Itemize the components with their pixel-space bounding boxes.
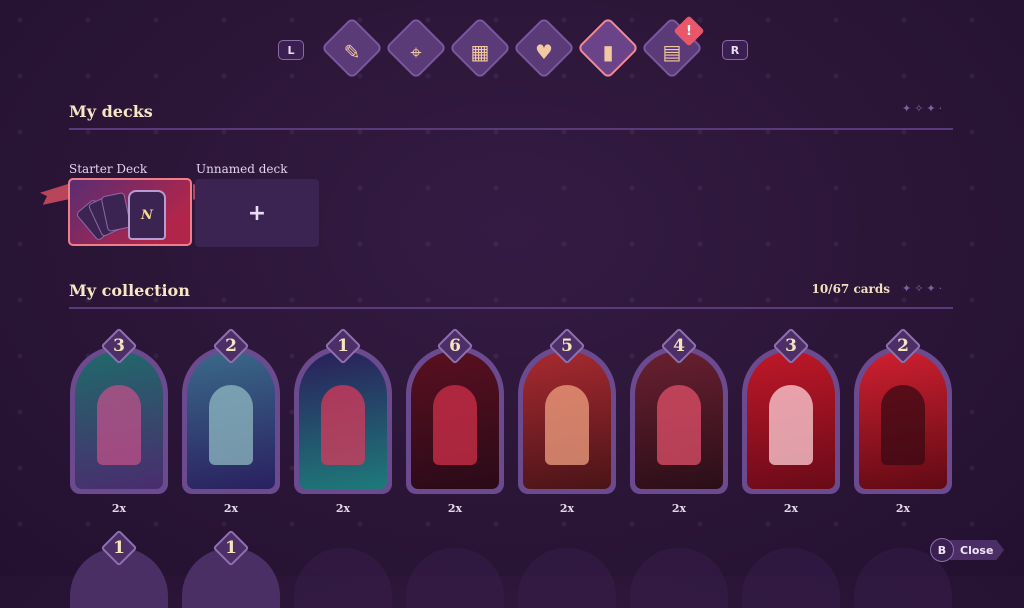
card-count: 2 <box>897 336 909 356</box>
right-shoulder-button[interactable]: R <box>722 40 748 60</box>
card-figure <box>881 385 925 465</box>
card-figure <box>657 385 701 465</box>
card-count-badge: 4 <box>660 327 698 365</box>
card-count-badge: 3 <box>772 327 810 365</box>
card-copies-label: 2x <box>447 502 463 515</box>
card-copies-label: 2x <box>335 502 351 515</box>
card-figure <box>209 385 253 465</box>
card-artwork <box>75 351 163 489</box>
card-figure <box>321 385 365 465</box>
card-count: 1 <box>225 538 237 558</box>
top-navigation: L ✎ ⌖ ▦ ♥ ▮ ▤ ! R <box>0 15 1024 80</box>
locked-card-slot <box>294 548 392 608</box>
card-copies-label: 2x <box>671 502 687 515</box>
card-frame <box>630 548 728 608</box>
collection-card[interactable]: 6 <box>406 327 504 494</box>
card-copies-label: 2x <box>895 502 911 515</box>
card-copies-label: 2x <box>783 502 799 515</box>
card-frame <box>406 548 504 608</box>
calendar-icon: ▦ <box>470 40 490 64</box>
card-artwork <box>411 351 499 489</box>
decks-section-title: My decks <box>69 102 153 121</box>
collection-card[interactable]: 1 <box>294 327 392 494</box>
add-deck-button[interactable]: + <box>195 179 319 247</box>
close-button[interactable]: Close B <box>930 538 1004 562</box>
starter-deck-tile[interactable]: N <box>68 178 192 246</box>
collection-card[interactable]: 3 <box>742 327 840 494</box>
card-count: 3 <box>785 336 797 356</box>
card-count: 2 <box>225 336 237 356</box>
b-button-icon: B <box>930 538 954 562</box>
map-icon: ⌖ <box>410 40 422 64</box>
unnamed-deck-label: Unnamed deck <box>196 162 288 176</box>
card-count: 4 <box>673 336 685 356</box>
card-copies-label: 2x <box>111 502 127 515</box>
collection-card[interactable]: 1 <box>182 529 280 608</box>
card-frame <box>518 548 616 608</box>
collection-section-title: My collection <box>69 281 190 300</box>
bat-wing-left-icon <box>40 184 68 205</box>
starter-deck-label: Starter Deck <box>69 162 148 176</box>
alert-icon: ! <box>686 23 692 39</box>
card-count-badge: 5 <box>548 327 586 365</box>
locked-card-slot <box>742 548 840 608</box>
collection-count: 10/67 cards <box>811 282 890 296</box>
card-figure <box>97 385 141 465</box>
card-frame <box>294 548 392 608</box>
card-count: 3 <box>113 336 125 356</box>
decks-divider <box>69 128 953 130</box>
card-figure <box>769 385 813 465</box>
card-artwork <box>523 351 611 489</box>
card-count: 5 <box>561 336 573 356</box>
card-artwork <box>299 351 387 489</box>
cards-icon: ▮ <box>602 40 614 64</box>
collection-card[interactable]: 5 <box>518 327 616 494</box>
card-count: 1 <box>113 538 125 558</box>
card-count-badge: 1 <box>324 327 362 365</box>
locked-card-slot <box>630 548 728 608</box>
card-count-badge: 6 <box>436 327 474 365</box>
card-figure <box>433 385 477 465</box>
collection-card[interactable]: 1 <box>70 529 168 608</box>
quill-icon: ✎ <box>343 40 361 64</box>
collection-card[interactable]: 2 <box>182 327 280 494</box>
card-count-badge: 2 <box>884 327 922 365</box>
locked-card-slot <box>518 548 616 608</box>
sparkle-decoration: ✦✧✦· <box>902 282 946 295</box>
card-artwork <box>635 351 723 489</box>
card-artwork <box>747 351 835 489</box>
close-label: Close <box>950 540 1004 560</box>
deck-emblem-icon: N <box>128 190 166 240</box>
card-figure <box>545 385 589 465</box>
card-artwork <box>859 351 947 489</box>
collection-card[interactable]: 4 <box>630 327 728 494</box>
card-count-badge: 1 <box>212 529 250 567</box>
sparkle-decoration: ✦✧✦· <box>902 102 946 115</box>
collection-card[interactable]: 3 <box>70 327 168 494</box>
collection-divider <box>69 307 953 309</box>
left-shoulder-button[interactable]: L <box>278 40 304 60</box>
card-count-badge: 2 <box>212 327 250 365</box>
card-count-badge: 3 <box>100 327 138 365</box>
heart-icon: ♥ <box>535 40 553 64</box>
card-artwork <box>187 351 275 489</box>
card-copies-label: 2x <box>223 502 239 515</box>
card-count: 6 <box>449 336 461 356</box>
card-copies-label: 2x <box>559 502 575 515</box>
collection-card[interactable]: 2 <box>854 327 952 494</box>
card-count-badge: 1 <box>100 529 138 567</box>
card-frame <box>742 548 840 608</box>
locked-card-slot <box>406 548 504 608</box>
card-count: 1 <box>337 336 349 356</box>
